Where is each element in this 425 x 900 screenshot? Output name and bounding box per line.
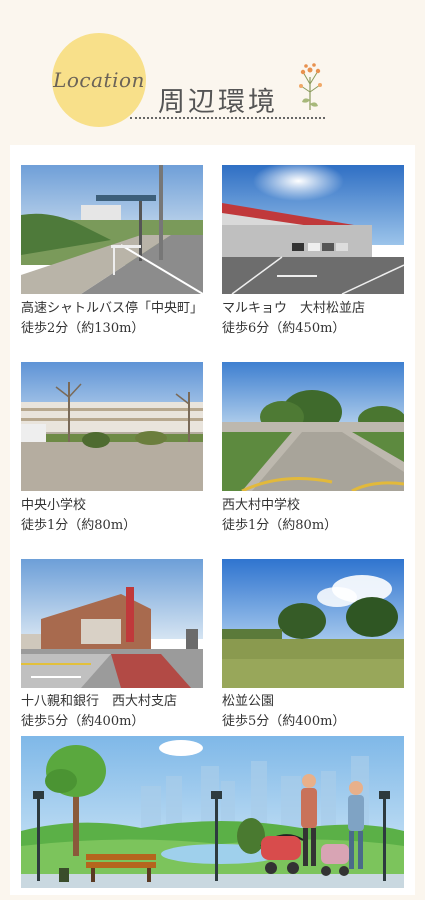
place-distance: 徒歩1分（約80m） (222, 518, 338, 533)
badge-label: Location (53, 68, 145, 92)
park-photo (222, 559, 404, 688)
bank-photo (21, 559, 203, 688)
place-name: 松並公園 (222, 694, 275, 709)
elementary-school-photo (21, 362, 203, 491)
place-name: 西大村中学校 (222, 498, 301, 513)
place-distance: 徒歩5分（約400m） (222, 714, 346, 729)
place-name: 中央小学校 (21, 498, 87, 513)
place-name: 高速シャトルバス停「中央町」 (21, 301, 204, 316)
junior-high-school-photo (222, 362, 404, 491)
location-badge: Location (52, 33, 146, 127)
title-underline (130, 117, 325, 119)
page-title: 周辺環境 (158, 87, 278, 118)
header: Location 周辺環境 (0, 0, 425, 130)
place-distance: 徒歩2分（約130m） (21, 321, 145, 336)
supermarket-photo (222, 165, 404, 294)
place-name: マルキョウ 大村松並店 (222, 301, 366, 316)
park-family-illustration (21, 736, 404, 888)
place-distance: 徒歩5分（約400m） (21, 714, 145, 729)
flower-icon (299, 63, 322, 110)
place-distance: 徒歩6分（約450m） (222, 321, 346, 336)
place-name: 十八親和銀行 西大村支店 (21, 694, 178, 709)
bus-stop-photo (21, 165, 203, 294)
place-distance: 徒歩1分（約80m） (21, 518, 137, 533)
